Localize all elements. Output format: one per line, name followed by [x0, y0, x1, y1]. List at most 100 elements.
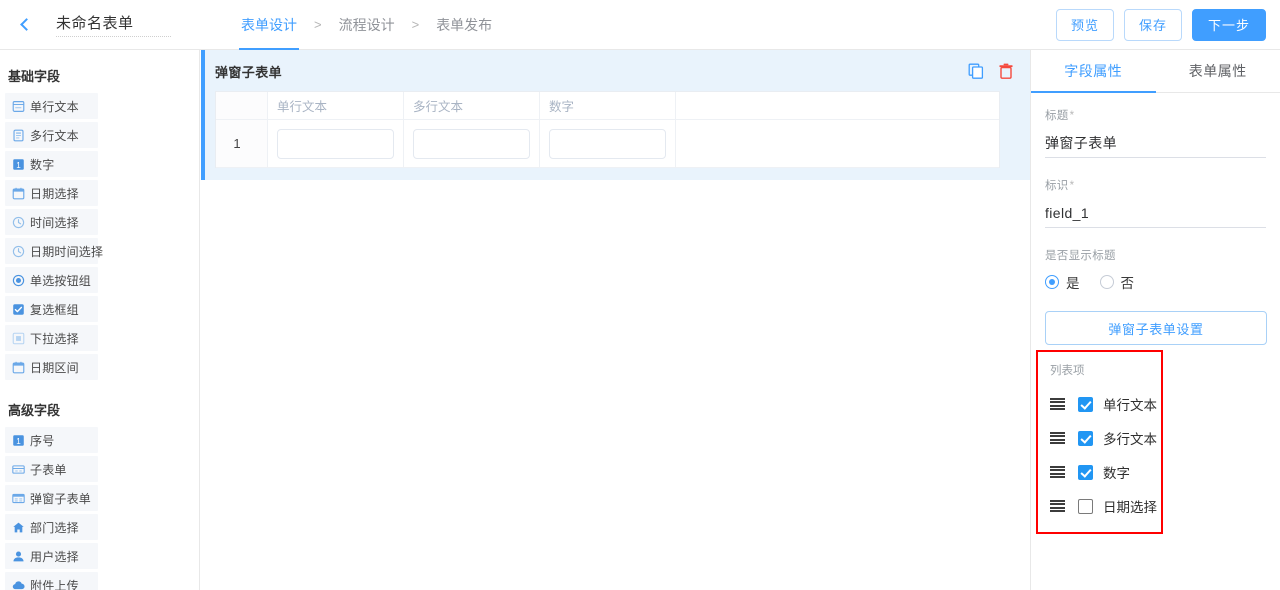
user-select-icon: [12, 550, 25, 563]
dropdown-select-icon: [12, 332, 25, 345]
single-line-text-icon: [12, 100, 25, 113]
step-separator-1: >: [314, 16, 322, 32]
drag-handle-icon[interactable]: [1050, 466, 1065, 478]
property-identifier-label: 标识*: [1045, 177, 1266, 193]
required-marker: *: [1069, 110, 1075, 122]
cell-input-number[interactable]: [549, 128, 666, 159]
step-form-design[interactable]: 表单设计: [239, 0, 299, 50]
multi-line-text-icon: [12, 129, 25, 142]
back-button[interactable]: [8, 0, 42, 50]
number-icon: 1: [12, 158, 25, 171]
palette-item-dropdown-select[interactable]: 下拉选择: [5, 325, 98, 351]
widget-toolbar: [968, 63, 1014, 79]
list-item-checkbox[interactable]: [1078, 498, 1093, 514]
property-label-text: 标题: [1045, 110, 1069, 122]
list-item-label: 单行文本: [1103, 398, 1157, 413]
radio-show-title-no[interactable]: 否: [1099, 272, 1135, 292]
preview-button[interactable]: 预览: [1055, 8, 1114, 41]
widget-title: 弹窗子表单: [215, 64, 283, 80]
palette-item-label: 复选框组: [30, 302, 79, 317]
palette-item-radio-group[interactable]: 单选按钮组: [5, 267, 98, 293]
palette-item-label: 单行文本: [30, 99, 79, 114]
property-show-title-block: 是否显示标题 是 否: [1045, 247, 1266, 292]
table-cell: [268, 120, 404, 168]
top-actions: 预览 保存 下一步: [1055, 8, 1280, 41]
form-title-input[interactable]: 未命名表单: [56, 12, 171, 37]
table-header-cell: 数字: [540, 92, 676, 120]
list-items-label: 列表项: [1050, 365, 1085, 377]
copy-icon[interactable]: [968, 63, 984, 79]
radio-show-title-yes[interactable]: 是: [1045, 272, 1080, 292]
palette-item-date-range[interactable]: 日期区间: [5, 354, 98, 380]
palette-item-label: 弹窗子表单: [30, 491, 92, 506]
palette-item-multi-line-text[interactable]: 多行文本: [5, 122, 98, 148]
palette-item-label: 部门选择: [30, 520, 79, 535]
drag-handle-icon[interactable]: [1050, 398, 1065, 410]
title-input[interactable]: [1045, 132, 1266, 158]
list-item-checkbox[interactable]: [1078, 396, 1093, 412]
attachment-upload-icon: [12, 579, 25, 590]
palette-item-subform[interactable]: 子表单: [5, 456, 98, 482]
property-identifier-block: 标识*: [1045, 177, 1266, 228]
cell-input-single-line-text[interactable]: [277, 128, 394, 159]
palette-item-department-select[interactable]: 部门选择: [5, 514, 98, 540]
list-item-checkbox[interactable]: [1078, 464, 1093, 480]
list-item-label: 日期选择: [1103, 500, 1157, 515]
table-cell: [404, 120, 540, 168]
palette-item-popup-subform[interactable]: 弹窗子表单: [5, 485, 98, 511]
properties-tabs: 字段属性 表单属性: [1031, 50, 1280, 93]
palette-item-date-picker[interactable]: 日期选择: [5, 180, 98, 206]
palette-item-datetime-picker[interactable]: 日期时间选择: [5, 238, 103, 264]
datetime-picker-icon: [12, 245, 25, 258]
palette-item-serial-number[interactable]: 1 序号: [5, 427, 98, 453]
property-title-block: 标题*: [1045, 107, 1266, 158]
next-step-button[interactable]: 下一步: [1192, 8, 1266, 41]
canvas-widget-popup-subform[interactable]: 弹窗子表单 单行文本 多行文本 数字 1: [201, 50, 1030, 180]
palette-item-number[interactable]: 1 数字: [5, 151, 98, 177]
list-item: 数字: [1050, 455, 1161, 489]
palette-item-checkbox-group[interactable]: 复选框组: [5, 296, 98, 322]
cell-input-multi-line-text[interactable]: [413, 128, 530, 159]
step-process-design[interactable]: 流程设计: [337, 0, 397, 50]
popup-subform-icon: [12, 492, 25, 505]
palette-item-label: 序号: [30, 433, 55, 448]
form-canvas[interactable]: 弹窗子表单 单行文本 多行文本 数字 1: [201, 50, 1030, 590]
step-separator-2: >: [411, 16, 420, 32]
list-item: 日期选择: [1050, 489, 1161, 523]
sidebar-group-advanced: 1 序号 子表单 弹窗子表单 部门选择 用户选择 附件上传: [0, 427, 199, 590]
palette-item-label: 附件上传: [30, 578, 79, 590]
tab-field-properties[interactable]: 字段属性: [1031, 50, 1156, 93]
palette-item-single-line-text[interactable]: 单行文本: [5, 93, 98, 119]
palette-item-attachment-upload[interactable]: 附件上传: [5, 572, 98, 590]
identifier-input[interactable]: [1045, 202, 1266, 228]
radio-label: 是: [1066, 276, 1080, 291]
table-header-row: 单行文本 多行文本 数字: [216, 92, 999, 120]
palette-item-label: 日期时间选择: [30, 244, 104, 259]
department-select-icon: [12, 521, 25, 534]
table-header-cell: 多行文本: [404, 92, 540, 120]
subform-icon: [12, 463, 25, 476]
drag-handle-icon[interactable]: [1050, 500, 1065, 512]
popup-subform-settings-button[interactable]: 弹窗子表单设置: [1045, 311, 1267, 345]
table-header-filler: [676, 92, 999, 120]
palette-item-time-picker[interactable]: 时间选择: [5, 209, 98, 235]
chevron-left-icon: [20, 18, 33, 31]
list-item: 多行文本: [1050, 421, 1161, 455]
properties-body: 标题* 标识* 是否显示标题 是: [1031, 93, 1280, 345]
time-picker-icon: [12, 216, 25, 229]
trash-icon[interactable]: [998, 63, 1014, 79]
radio-label: 否: [1120, 276, 1135, 291]
tab-form-properties[interactable]: 表单属性: [1156, 50, 1280, 92]
list-items-section: 列表项 单行文本 多行文本 数字 日期选择: [1036, 350, 1163, 534]
sidebar-group-basic: 单行文本 多行文本 1 数字 日期选择 时间选择 日期时间选择 单选按钮组 复选…: [0, 93, 199, 380]
step-breadcrumb: 表单设计 > 流程设计 > 表单发布: [239, 0, 494, 50]
list-item-checkbox[interactable]: [1078, 430, 1093, 446]
palette-item-label: 数字: [30, 157, 55, 172]
radio-group-icon: [12, 274, 25, 287]
drag-handle-icon[interactable]: [1050, 432, 1065, 444]
step-form-publish[interactable]: 表单发布: [434, 0, 494, 50]
palette-item-label: 日期选择: [30, 186, 79, 201]
palette-item-user-select[interactable]: 用户选择: [5, 543, 98, 569]
list-item-label: 多行文本: [1103, 432, 1157, 447]
save-button[interactable]: 保存: [1123, 8, 1182, 41]
